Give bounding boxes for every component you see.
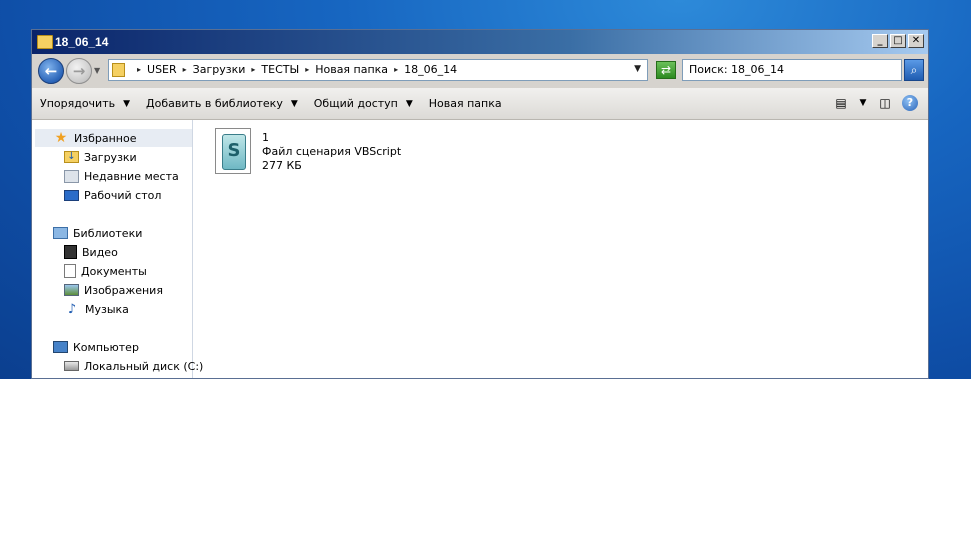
window-controls: _ □ ✕ <box>872 34 924 48</box>
chevron-right-icon[interactable]: ▸ <box>394 65 398 74</box>
nav-desktop[interactable]: Рабочий стол <box>64 186 161 204</box>
file-details: 1 Файл сценария VBScript 277 КБ <box>262 131 401 173</box>
minimize-button[interactable]: _ <box>872 34 888 48</box>
nav-video[interactable]: Видео <box>64 243 118 261</box>
command-bar: Упорядочить ▼ Добавить в библиотеку ▼ Общи… <box>32 88 928 120</box>
nav-favorites[interactable]: ★ Избранное <box>35 129 192 147</box>
recent-pages-dropdown[interactable]: ▼ <box>94 66 100 75</box>
address-field[interactable]: ▸ USER ▸ Загрузки ▸ ТЕСТЫ ▸ Новая папка … <box>108 59 648 81</box>
maximize-button[interactable]: □ <box>890 34 906 48</box>
video-icon <box>64 245 77 259</box>
back-arrow-icon: ← <box>44 62 58 80</box>
breadcrumb-item[interactable]: Новая папка <box>315 63 388 76</box>
libraries-icon <box>53 227 68 239</box>
desktop-icon <box>64 189 79 201</box>
breadcrumb: ▸ USER ▸ Загрузки ▸ ТЕСТЫ ▸ Новая папка … <box>131 63 457 76</box>
organize-menu[interactable]: Упорядочить ▼ <box>32 88 138 119</box>
refresh-button[interactable]: ⇄ <box>656 61 676 79</box>
view-controls: ▤ ▼ ◫ ? <box>832 94 918 112</box>
nav-music[interactable]: ♪ Музыка <box>64 300 129 318</box>
nav-computer[interactable]: Компьютер <box>53 338 139 356</box>
chevron-right-icon[interactable]: ▸ <box>305 65 309 74</box>
nav-label: Избранное <box>74 131 137 145</box>
chevron-down-icon: ▼ <box>290 98 298 109</box>
explorer-window: 18_06_14 _ □ ✕ ← → ▼ ▸ USER ▸ Загрузки ▸… <box>31 29 929 379</box>
nav-label: Музыка <box>85 302 129 316</box>
nav-label: Компьютер <box>73 340 139 354</box>
content-area: ★ Избранное ↓ Загрузки Недавние места Ра… <box>32 120 928 378</box>
file-item[interactable]: S 1 Файл сценария VBScript 277 КБ <box>215 128 415 178</box>
recent-places-icon <box>64 169 79 183</box>
breadcrumb-item[interactable]: ТЕСТЫ <box>261 63 299 76</box>
file-name: 1 <box>262 131 269 144</box>
breadcrumb-item[interactable]: 18_06_14 <box>404 63 457 76</box>
navigation-pane[interactable]: ★ Избранное ↓ Загрузки Недавние места Ра… <box>35 120 203 378</box>
chevron-right-icon[interactable]: ▸ <box>137 65 141 74</box>
desktop-background: 18_06_14 _ □ ✕ ← → ▼ ▸ USER ▸ Загрузки ▸… <box>0 0 971 379</box>
disk-icon <box>64 361 79 371</box>
breadcrumb-item[interactable]: USER <box>147 63 177 76</box>
nav-label: Рабочий стол <box>84 188 162 202</box>
add-to-library-menu[interactable]: Добавить в библиотеку ▼ <box>138 88 306 119</box>
nav-recent-places[interactable]: Недавние места <box>64 167 179 185</box>
breadcrumb-item[interactable]: Загрузки <box>193 63 246 76</box>
script-scroll-icon: S <box>222 134 246 170</box>
nav-images[interactable]: Изображения <box>64 281 163 299</box>
nav-label: Документы <box>81 264 147 278</box>
chevron-down-icon[interactable]: ▼ <box>634 64 641 74</box>
preview-pane-icon[interactable]: ◫ <box>876 94 894 112</box>
file-type: Файл сценария VBScript <box>262 145 402 158</box>
documents-icon <box>64 264 76 278</box>
search-input[interactable]: Поиск: 18_06_14 <box>682 59 902 81</box>
folder-icon <box>112 63 125 77</box>
nav-local-disk[interactable]: Локальный диск (C:) <box>64 357 203 375</box>
chevron-right-icon[interactable]: ▸ <box>251 65 255 74</box>
chevron-right-icon[interactable]: ▸ <box>183 65 187 74</box>
forward-arrow-icon: → <box>72 62 86 80</box>
new-folder-button[interactable]: Новая папка <box>421 88 510 119</box>
nav-downloads[interactable]: ↓ Загрузки <box>64 148 137 166</box>
address-bar-row: ← → ▼ ▸ USER ▸ Загрузки ▸ ТЕСТЫ ▸ Новая … <box>32 54 928 88</box>
new-folder-label: Новая папка <box>428 97 502 110</box>
view-options-icon[interactable]: ▤ <box>832 94 850 112</box>
nav-libraries[interactable]: Библиотеки <box>53 224 142 242</box>
forward-button[interactable]: → <box>66 58 92 84</box>
add-to-library-label: Добавить в библиотеку <box>146 97 283 110</box>
search-button[interactable]: ⌕ <box>904 59 924 81</box>
images-icon <box>64 284 79 296</box>
blank-area <box>0 379 971 540</box>
nav-documents[interactable]: Документы <box>64 262 147 280</box>
nav-label: Библиотеки <box>73 226 143 240</box>
vbscript-file-icon: S <box>215 128 251 174</box>
music-icon: ♪ <box>67 301 77 317</box>
refresh-icon: ⇄ <box>660 63 672 77</box>
share-menu[interactable]: Общий доступ ▼ <box>306 88 421 119</box>
window-title: 18_06_14 <box>55 35 109 49</box>
back-button[interactable]: ← <box>38 58 64 84</box>
downloads-folder-icon: ↓ <box>64 151 79 163</box>
star-icon: ★ <box>54 130 68 146</box>
computer-icon <box>53 341 68 353</box>
organize-label: Упорядочить <box>40 97 116 110</box>
file-list: S 1 Файл сценария VBScript 277 КБ <box>215 120 928 378</box>
nav-label: Загрузки <box>84 150 137 164</box>
help-icon[interactable]: ? <box>902 95 918 111</box>
nav-label: Локальный диск (C:) <box>84 359 204 373</box>
search-icon: ⌕ <box>910 63 918 77</box>
folder-icon <box>37 35 53 49</box>
nav-label: Изображения <box>84 283 163 297</box>
chevron-down-icon: ▼ <box>405 98 413 109</box>
close-button[interactable]: ✕ <box>908 34 924 48</box>
chevron-down-icon[interactable]: ▼ <box>858 94 868 112</box>
nav-label: Недавние места <box>84 169 179 183</box>
chevron-down-icon: ▼ <box>123 98 131 109</box>
title-bar[interactable]: 18_06_14 _ □ ✕ <box>32 30 928 54</box>
nav-label: Видео <box>82 245 118 259</box>
file-size: 277 КБ <box>262 159 302 172</box>
share-label: Общий доступ <box>313 97 398 110</box>
